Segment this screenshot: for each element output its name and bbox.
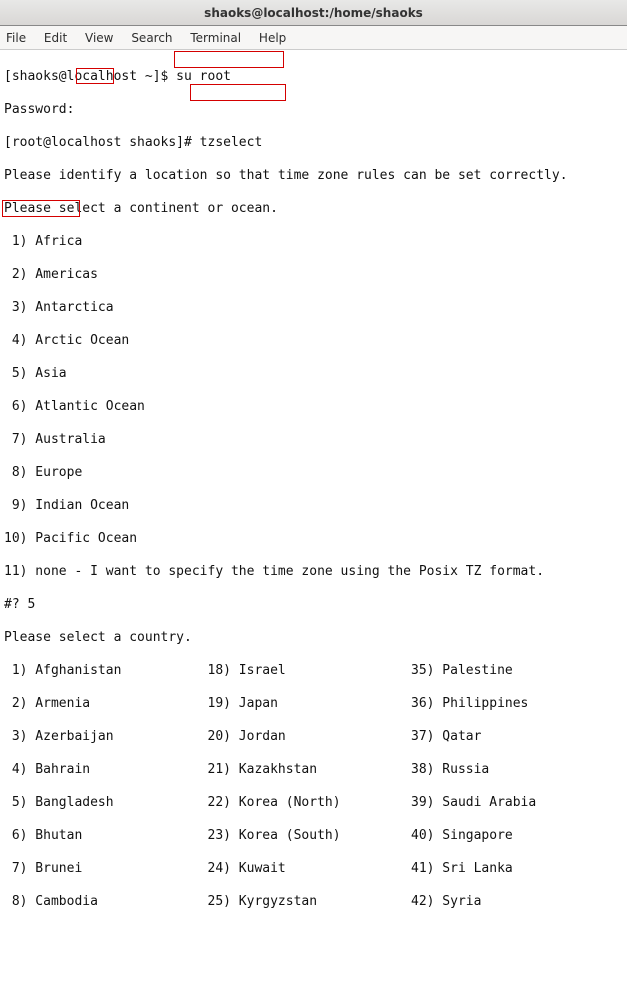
term-line: 8) Europe bbox=[4, 465, 623, 482]
window-titlebar: shaoks@localhost:/home/shaoks bbox=[0, 0, 627, 26]
term-line: 2) Armenia 19) Japan 36) Philippines bbox=[4, 696, 623, 713]
term-line: 7) Brunei 24) Kuwait 41) Sri Lanka bbox=[4, 861, 623, 878]
menu-view[interactable]: View bbox=[85, 26, 113, 50]
menu-help[interactable]: Help bbox=[259, 26, 286, 50]
term-line: 8) Cambodia 25) Kyrgyzstan 42) Syria bbox=[4, 894, 623, 911]
term-line: Please select a country. bbox=[4, 630, 623, 647]
window-title: shaoks@localhost:/home/shaoks bbox=[204, 6, 423, 20]
terminal-area[interactable]: [shaoks@localhost ~]$ su root Password: … bbox=[0, 50, 627, 1000]
menu-search[interactable]: Search bbox=[131, 26, 172, 50]
term-line: 1) Africa bbox=[4, 234, 623, 251]
term-line: 2) Americas bbox=[4, 267, 623, 284]
term-line: 5) Asia bbox=[4, 366, 623, 383]
menubar: File Edit View Search Terminal Help bbox=[0, 26, 627, 50]
term-line: 6) Bhutan 23) Korea (South) 40) Singapor… bbox=[4, 828, 623, 845]
term-line: Password: bbox=[4, 102, 623, 119]
term-line: 6) Atlantic Ocean bbox=[4, 399, 623, 416]
highlight-su-root bbox=[174, 51, 284, 68]
term-line: 10) Pacific Ocean bbox=[4, 531, 623, 548]
term-line: [root@localhost shaoks]# tzselect bbox=[4, 135, 623, 152]
term-line: 4) Bahrain 21) Kazakhstan 38) Russia bbox=[4, 762, 623, 779]
term-line: 11) none - I want to specify the time zo… bbox=[4, 564, 623, 581]
term-line: 3) Azerbaijan 20) Jordan 37) Qatar bbox=[4, 729, 623, 746]
term-line: 7) Australia bbox=[4, 432, 623, 449]
menu-file[interactable]: File bbox=[6, 26, 26, 50]
menu-terminal[interactable]: Terminal bbox=[190, 26, 241, 50]
term-line: [shaoks@localhost ~]$ su root bbox=[4, 69, 623, 86]
term-line: 4) Arctic Ocean bbox=[4, 333, 623, 350]
term-line: 5) Bangladesh 22) Korea (North) 39) Saud… bbox=[4, 795, 623, 812]
highlight-tzselect bbox=[190, 84, 286, 101]
term-line: 1) Afghanistan 18) Israel 35) Palestine bbox=[4, 663, 623, 680]
term-line: 3) Antarctica bbox=[4, 300, 623, 317]
term-line: Please select a continent or ocean. bbox=[4, 201, 623, 218]
term-line: #? 5 bbox=[4, 597, 623, 614]
menu-edit[interactable]: Edit bbox=[44, 26, 67, 50]
term-line: Please identify a location so that time … bbox=[4, 168, 623, 185]
